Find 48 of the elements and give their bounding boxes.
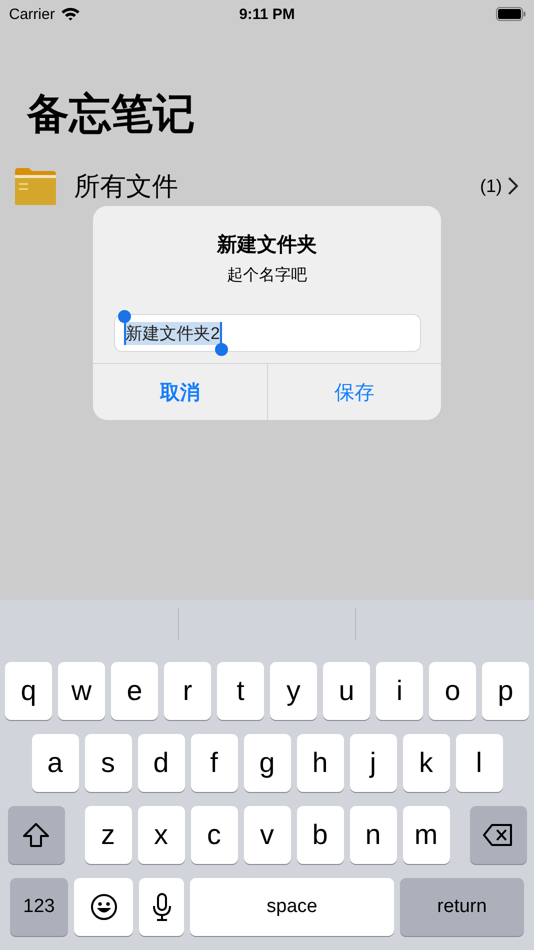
letter-key[interactable]: k [402,734,450,792]
letter-key[interactable]: u [323,662,370,720]
letter-key[interactable]: e [111,662,158,720]
letter-key[interactable]: m [402,806,450,864]
letter-key[interactable]: g [244,734,290,792]
folder-icon [15,168,56,204]
letter-key[interactable]: p [482,662,529,720]
letter-key[interactable]: i [376,662,423,720]
chevron-right-icon [508,177,518,195]
carrier-label: Carrier [9,6,55,22]
letter-key[interactable]: r [164,662,211,720]
letter-key[interactable]: a [32,734,78,792]
wifi-icon [60,7,80,21]
battery-icon [496,7,526,21]
folder-count: (1) [480,176,502,196]
shift-icon [22,822,50,848]
microphone-key[interactable] [139,878,184,936]
letter-key[interactable]: c [190,806,238,864]
folder-name[interactable]: 所有文件 [74,168,480,204]
page-title: 备忘笔记 [27,89,195,139]
letter-key[interactable]: f [190,734,238,792]
letter-key[interactable]: n [350,806,396,864]
delete-key[interactable] [470,806,526,864]
backspace-icon [483,824,513,846]
return-key[interactable]: return [400,878,524,936]
letter-key[interactable]: t [217,662,264,720]
status-time: 9:11 PM [239,6,295,22]
letter-key[interactable]: d [138,734,184,792]
numbers-key[interactable]: 123 [10,878,68,936]
emoji-icon [90,893,118,921]
letter-key[interactable]: j [350,734,396,792]
letter-key[interactable]: h [296,734,344,792]
letter-key[interactable]: z [84,806,132,864]
letter-key[interactable]: y [270,662,317,720]
letter-key[interactable]: o [429,662,476,720]
letter-key[interactable]: q [5,662,52,720]
shift-key[interactable] [8,806,64,864]
letter-key[interactable]: s [84,734,132,792]
microphone-icon [152,893,172,921]
letter-key[interactable]: l [456,734,502,792]
letter-key[interactable]: v [244,806,290,864]
dialog-message: 起个名字吧 [227,266,307,286]
letter-key[interactable]: x [138,806,184,864]
letter-key[interactable]: w [58,662,105,720]
letter-key[interactable]: b [296,806,344,864]
emoji-key[interactable] [74,878,133,936]
dialog-title: 新建文件夹 [217,232,317,258]
space-key[interactable]: space [190,878,394,936]
